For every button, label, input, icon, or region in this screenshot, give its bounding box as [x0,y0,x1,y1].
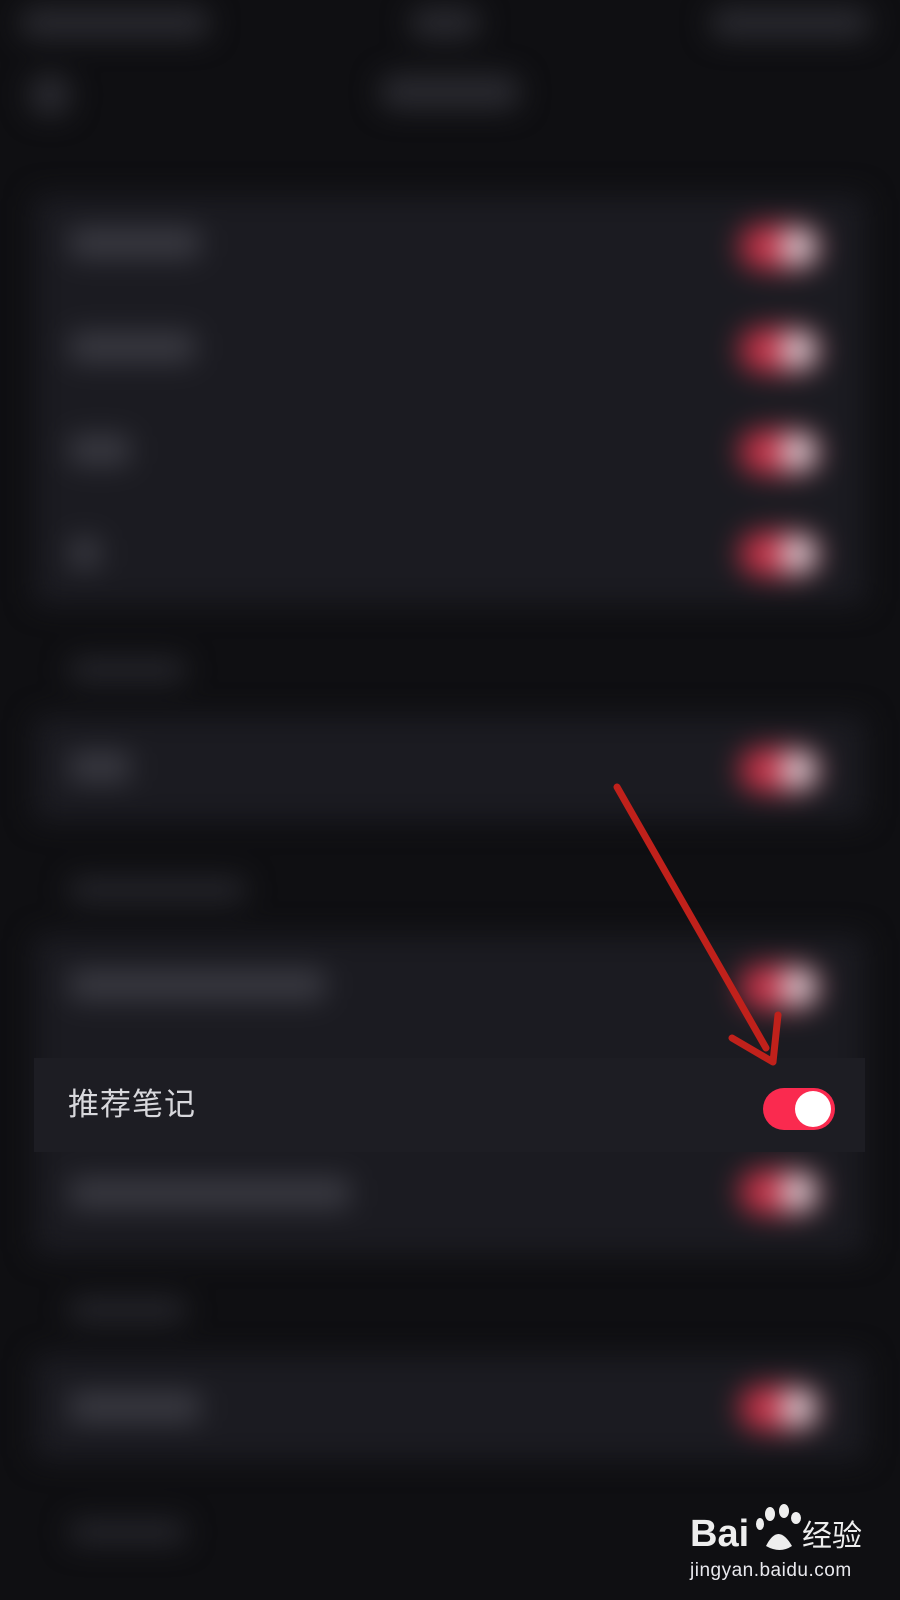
watermark-caption: jingyan.baidu.com [690,1560,852,1581]
svg-text:Bai: Bai [690,1513,749,1555]
watermark: Bai 经验 jingyan.baidu.com [688,1502,888,1592]
arrow-icon [613,783,782,1066]
svg-text:经验: 经验 [802,1519,862,1554]
baidu-jingyan-logo: Bai 经验 [690,1504,862,1555]
